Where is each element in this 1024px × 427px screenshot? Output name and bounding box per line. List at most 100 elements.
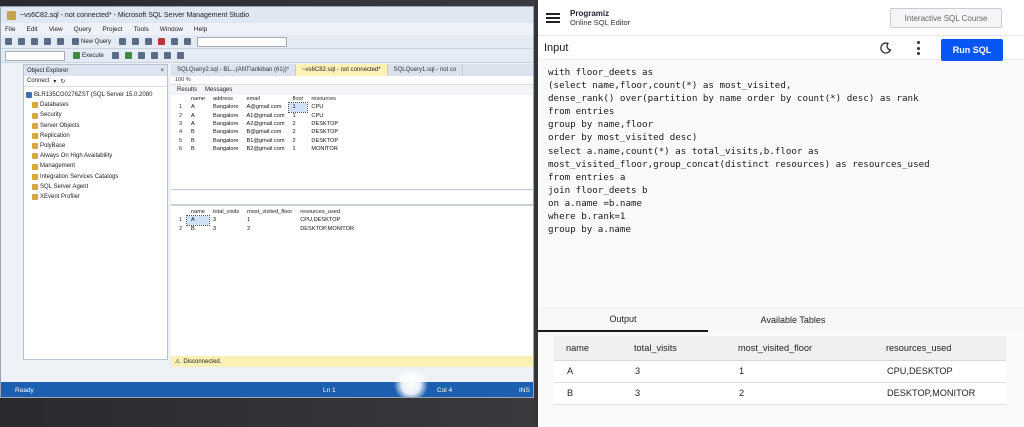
table-row[interactable]: 1 A 3 1 CPU,DESKTOP [175, 215, 358, 226]
comment-icon[interactable] [163, 52, 171, 59]
close-icon[interactable]: × [160, 68, 164, 74]
table-row[interactable]: 2 B 3 2 DESKTOP,MONITOR [175, 225, 358, 233]
forward-icon[interactable] [18, 38, 25, 45]
more-options-icon[interactable] [916, 41, 920, 55]
grid-cell[interactable]: B [187, 136, 209, 144]
tab-results[interactable]: Results [177, 87, 197, 93]
new-query-button[interactable]: New Query [70, 36, 113, 47]
tab-available-tables[interactable]: Available Tables [708, 307, 878, 332]
grid-cell[interactable]: Bangalore [209, 145, 243, 153]
toolbar-search-input[interactable] [197, 36, 288, 47]
tree-node-polybase[interactable]: PolyBase [26, 141, 165, 151]
grid-cell[interactable]: 3 [209, 216, 243, 224]
connect-button[interactable]: Connect [27, 78, 49, 84]
menu-view[interactable]: View [49, 26, 63, 33]
back-icon[interactable] [5, 38, 12, 45]
tree-node-sql-agent[interactable]: SQL Server Agent [26, 182, 165, 192]
grid-cell[interactable]: DESKTOP [307, 128, 342, 136]
grid-cell[interactable]: DESKTOP [307, 120, 342, 128]
copy-icon[interactable] [132, 38, 140, 45]
grid-cell[interactable]: 2 [243, 225, 296, 233]
grid-cell[interactable]: 2 [289, 120, 308, 128]
stop-icon[interactable] [111, 52, 119, 59]
grid-column-header[interactable]: name [187, 208, 209, 216]
indent-icon[interactable] [176, 52, 184, 59]
grid-column-header[interactable]: floor [289, 95, 308, 103]
grid-cell[interactable]: B2@gmail.com [243, 145, 289, 153]
menu-window[interactable]: Window [160, 26, 183, 33]
theme-toggle-icon[interactable] [880, 42, 892, 54]
grid-cell[interactable]: B [187, 128, 209, 136]
delete-icon[interactable] [158, 38, 166, 45]
grid-cell[interactable]: 2 [289, 136, 308, 144]
grid-cell[interactable]: B [187, 145, 209, 153]
grid-cell[interactable]: B@gmail.com [243, 128, 289, 136]
grid-cell[interactable]: Bangalore [209, 128, 243, 136]
run-sql-button[interactable]: Run SQL [941, 39, 1003, 61]
open-icon[interactable] [44, 38, 51, 45]
grid-cell[interactable]: CPU,DESKTOP [296, 216, 358, 224]
menu-query[interactable]: Query [74, 26, 92, 33]
grid-column-header[interactable]: resources [307, 95, 342, 103]
tab-output[interactable]: Output [538, 307, 708, 332]
grid-cell[interactable]: Bangalore [209, 103, 243, 111]
grid-column-header[interactable]: name [187, 95, 209, 103]
grid-column-header[interactable]: most_visited_floor [243, 208, 296, 216]
grid-cell[interactable]: Bangalore [209, 136, 243, 144]
tree-node-security[interactable]: Security [26, 110, 165, 120]
table-row[interactable]: 5 B Bangalore B1@gmail.com 2 DESKTOP [175, 136, 342, 144]
menu-help[interactable]: Help [194, 26, 207, 33]
tab-sqlquery1[interactable]: SQLQuery1.sql - not co [388, 64, 464, 76]
grid-cell[interactable]: MONITOR [307, 145, 342, 153]
grid-cell[interactable]: B1@gmail.com [243, 136, 289, 144]
filter-icon[interactable]: ▾ [53, 78, 56, 85]
grid-cell[interactable]: 3 [209, 225, 243, 233]
grid-cell[interactable]: Bangalore [209, 112, 243, 120]
paste-icon[interactable] [145, 38, 153, 45]
tree-node-server-objects[interactable]: Server Objects [26, 121, 165, 131]
grid-cell[interactable]: CPU [307, 112, 342, 120]
tab-sqlquery2[interactable]: SQLQuery2.sql - BL...(ANT\ankiban (61))* [171, 64, 297, 76]
results-to-text-icon[interactable] [150, 52, 158, 59]
cut-icon[interactable] [119, 38, 127, 45]
refresh-icon[interactable]: ↻ [60, 78, 65, 85]
grid-cell[interactable]: Bangalore [209, 120, 243, 128]
table-row[interactable]: 6 B Bangalore B2@gmail.com 1 MONITOR [175, 145, 342, 153]
save-icon[interactable] [57, 38, 64, 45]
grid-column-header[interactable]: email [243, 95, 289, 103]
grid-cell[interactable]: A [186, 215, 210, 226]
table-row[interactable]: 1 A Bangalore A@gmail.com 1 CPU [175, 102, 342, 113]
tree-node-integration-services[interactable]: Integration Services Catalogs [26, 172, 165, 182]
new-file-icon[interactable] [31, 38, 38, 45]
grid-cell[interactable]: A [187, 112, 209, 120]
menu-icon[interactable] [546, 12, 560, 23]
grid-cell[interactable]: 1 [243, 216, 296, 224]
redo-icon[interactable] [184, 38, 192, 45]
grid-cell[interactable]: 2 [289, 128, 308, 136]
grid-cell[interactable]: A2@gmail.com [243, 120, 289, 128]
table-row[interactable]: 4 B Bangalore B@gmail.com 2 DESKTOP [175, 128, 342, 136]
grid-cell[interactable]: 1 [287, 102, 309, 113]
zoom-select[interactable]: 100 % [171, 76, 533, 85]
grid-cell[interactable]: A@gmail.com [243, 103, 289, 111]
grid-column-header[interactable]: address [209, 95, 243, 103]
tree-node-management[interactable]: Management [26, 161, 165, 171]
grid-cell[interactable]: 1 [289, 112, 308, 120]
table-row[interactable]: 2 A Bangalore A1@gmail.com 1 CPU [175, 112, 342, 120]
menu-edit[interactable]: Edit [26, 26, 37, 33]
grid-cell[interactable]: 1 [289, 145, 308, 153]
programiz-brand[interactable]: Programiz Online SQL Editor [570, 9, 630, 27]
tree-node-replication[interactable]: Replication [26, 131, 165, 141]
execute-button[interactable]: Execute [71, 50, 106, 61]
sql-code-editor[interactable]: with floor_deets as (select name,floor,co… [548, 66, 930, 236]
tree-node-databases[interactable]: Databases [26, 100, 165, 110]
undo-icon[interactable] [171, 38, 179, 45]
grid-cell[interactable]: DESKTOP [307, 136, 342, 144]
grid-cell[interactable]: B [187, 225, 209, 233]
tree-node-xevent-profiler[interactable]: XEvent Profiler [26, 192, 165, 202]
grid-cell[interactable]: A [187, 103, 209, 111]
interactive-course-button[interactable]: Interactive SQL Course [890, 8, 1002, 28]
database-select[interactable] [5, 50, 65, 61]
tab-vs6c82[interactable]: ~vs6C82.sql - not connected* [296, 64, 388, 76]
table-row[interactable]: 3 A Bangalore A2@gmail.com 2 DESKTOP [175, 120, 342, 128]
